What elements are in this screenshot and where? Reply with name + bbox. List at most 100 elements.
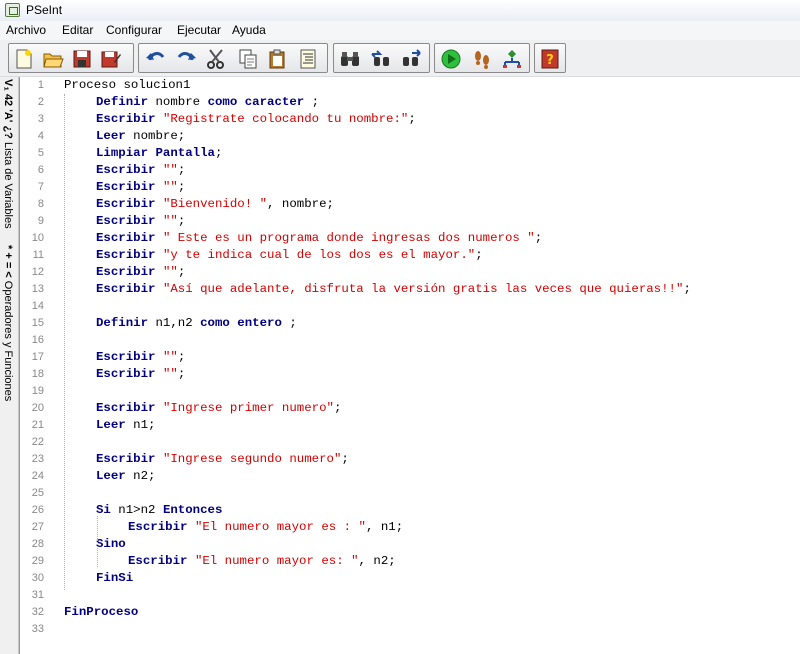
text-token: ; bbox=[304, 95, 320, 109]
code-line[interactable]: 1 Proceso solucion1 bbox=[20, 77, 800, 94]
line-number: 6 bbox=[37, 164, 44, 176]
undo-icon[interactable] bbox=[145, 48, 167, 70]
indent-icon[interactable] bbox=[297, 48, 319, 70]
text-token: , nombre; bbox=[267, 197, 334, 211]
find-previous-icon[interactable] bbox=[370, 48, 392, 70]
line-number: 21 bbox=[31, 419, 44, 431]
keyword-token: FinProceso bbox=[64, 605, 139, 619]
code-text: Limpiar Pantalla; bbox=[96, 145, 222, 162]
string-token: "Registrate colocando tu nombre:" bbox=[162, 112, 409, 126]
code-line[interactable]: 18 Escribir ""; bbox=[20, 366, 800, 383]
keyword-token: Leer bbox=[96, 418, 126, 432]
step-by-step-icon[interactable] bbox=[471, 48, 493, 70]
code-editor[interactable]: 1 Proceso solucion1 2 Definir nombre como c… bbox=[19, 77, 800, 654]
string-token: "" bbox=[162, 350, 178, 364]
code-line[interactable]: 28 Sino bbox=[20, 536, 800, 553]
code-text: Leer nombre; bbox=[96, 128, 185, 145]
code-text: Escribir "Bienvenido! ", nombre; bbox=[96, 196, 334, 213]
code-line[interactable]: 23 Escribir "Ingrese segundo numero"; bbox=[20, 451, 800, 468]
line-number: 28 bbox=[31, 538, 44, 550]
code-text: FinSi bbox=[96, 570, 133, 587]
code-line[interactable]: 16 bbox=[20, 332, 800, 349]
line-number: 19 bbox=[31, 385, 44, 397]
code-line[interactable]: 13 Escribir "Así que adelante, disfruta l… bbox=[20, 281, 800, 298]
run-icon[interactable] bbox=[440, 48, 462, 70]
keyword-token: Escribir bbox=[96, 367, 156, 381]
code-line[interactable]: 11 Escribir "y te indica cual de los dos … bbox=[20, 247, 800, 264]
code-line[interactable]: 4 Leer nombre; bbox=[20, 128, 800, 145]
menu-editar[interactable]: Editar bbox=[62, 23, 93, 37]
code-text: Escribir "El numero mayor es: ", n2; bbox=[128, 553, 396, 570]
open-file-icon[interactable] bbox=[42, 48, 64, 70]
text-token: ; bbox=[534, 231, 543, 245]
string-token: "Ingrese segundo numero" bbox=[162, 452, 342, 466]
text-token: , n1; bbox=[365, 520, 404, 534]
code-line[interactable]: 15 Definir n1,n2 como entero ; bbox=[20, 315, 800, 332]
tab-operadores-y-funciones[interactable]: * + = < Operadores y Funciones bbox=[0, 245, 18, 435]
find-icon[interactable] bbox=[339, 48, 361, 70]
menu-ejecutar[interactable]: Ejecutar bbox=[177, 23, 221, 37]
code-line[interactable]: 26 Si n1>n2 Entonces bbox=[20, 502, 800, 519]
code-line[interactable]: 3 Escribir "Registrate colocando tu nombr… bbox=[20, 111, 800, 128]
code-line[interactable]: 9 Escribir ""; bbox=[20, 213, 800, 230]
code-line[interactable]: 20 Escribir "Ingrese primer numero"; bbox=[20, 400, 800, 417]
code-line[interactable]: 33 bbox=[20, 621, 800, 638]
code-text: Escribir "Ingrese primer numero"; bbox=[96, 400, 341, 417]
line-number: 29 bbox=[31, 555, 44, 567]
code-text: Leer n2; bbox=[96, 468, 156, 485]
code-line[interactable]: 2 Definir nombre como caracter ; bbox=[20, 94, 800, 111]
new-file-icon[interactable] bbox=[13, 48, 35, 70]
code-line[interactable]: 24 Leer n2; bbox=[20, 468, 800, 485]
code-line[interactable]: 10 Escribir " Este es un programa donde i… bbox=[20, 230, 800, 247]
menu-configurar[interactable]: Configurar bbox=[106, 23, 162, 37]
code-text: Escribir " Este es un programa donde ing… bbox=[96, 230, 542, 247]
code-line[interactable]: 8 Escribir "Bienvenido! ", nombre; bbox=[20, 196, 800, 213]
keyword-token: Limpiar Pantalla bbox=[96, 146, 215, 160]
code-line[interactable]: 5 Limpiar Pantalla; bbox=[20, 145, 800, 162]
line-number: 24 bbox=[31, 470, 44, 482]
cut-icon[interactable] bbox=[205, 48, 227, 70]
menu-ayuda[interactable]: Ayuda bbox=[232, 23, 266, 37]
line-number: 7 bbox=[37, 181, 44, 193]
keyword-token: Entonces bbox=[162, 503, 223, 517]
run-toolbar-group bbox=[434, 43, 530, 73]
code-line[interactable]: 6 Escribir ""; bbox=[20, 162, 800, 179]
keyword-token: Escribir bbox=[128, 554, 188, 568]
copy-icon[interactable] bbox=[237, 48, 259, 70]
paste-icon[interactable] bbox=[267, 48, 289, 70]
code-line[interactable]: 31 bbox=[20, 587, 800, 604]
keyword-token: Escribir bbox=[96, 248, 156, 262]
keyword-token: Escribir bbox=[96, 214, 156, 228]
menu-archivo[interactable]: Archivo bbox=[6, 23, 46, 37]
code-line[interactable]: 14 bbox=[20, 298, 800, 315]
save-as-icon[interactable] bbox=[100, 48, 122, 70]
code-line[interactable]: 27 Escribir "El numero mayor es : ", n1; bbox=[20, 519, 800, 536]
text-token: ; bbox=[177, 163, 186, 177]
redo-icon[interactable] bbox=[175, 48, 197, 70]
code-line[interactable]: 17 Escribir ""; bbox=[20, 349, 800, 366]
code-line[interactable]: 21 Leer n1; bbox=[20, 417, 800, 434]
tab-lista-de-variables-label: Lista de Variables bbox=[2, 141, 14, 229]
find-next-icon[interactable] bbox=[400, 48, 422, 70]
code-line[interactable]: 30 FinSi bbox=[20, 570, 800, 587]
help-icon[interactable]: ? bbox=[539, 48, 561, 70]
keyword-token: FinSi bbox=[96, 571, 134, 585]
line-number: 27 bbox=[31, 521, 44, 533]
code-line[interactable]: 29 Escribir "El numero mayor es: ", n2; bbox=[20, 553, 800, 570]
code-text: Definir nombre como caracter ; bbox=[96, 94, 319, 111]
code-line[interactable]: 32 FinProceso bbox=[20, 604, 800, 621]
code-line[interactable]: 19 bbox=[20, 383, 800, 400]
flowchart-icon[interactable] bbox=[501, 48, 523, 70]
code-line[interactable]: 12 Escribir ""; bbox=[20, 264, 800, 281]
code-line[interactable]: 22 bbox=[20, 434, 800, 451]
text-token: n2; bbox=[125, 469, 156, 483]
code-line[interactable]: 25 bbox=[20, 485, 800, 502]
text-token: n1; bbox=[125, 418, 156, 432]
code-text: Leer n1; bbox=[96, 417, 156, 434]
save-file-icon[interactable] bbox=[71, 48, 93, 70]
code-line[interactable]: 7 Escribir ""; bbox=[20, 179, 800, 196]
